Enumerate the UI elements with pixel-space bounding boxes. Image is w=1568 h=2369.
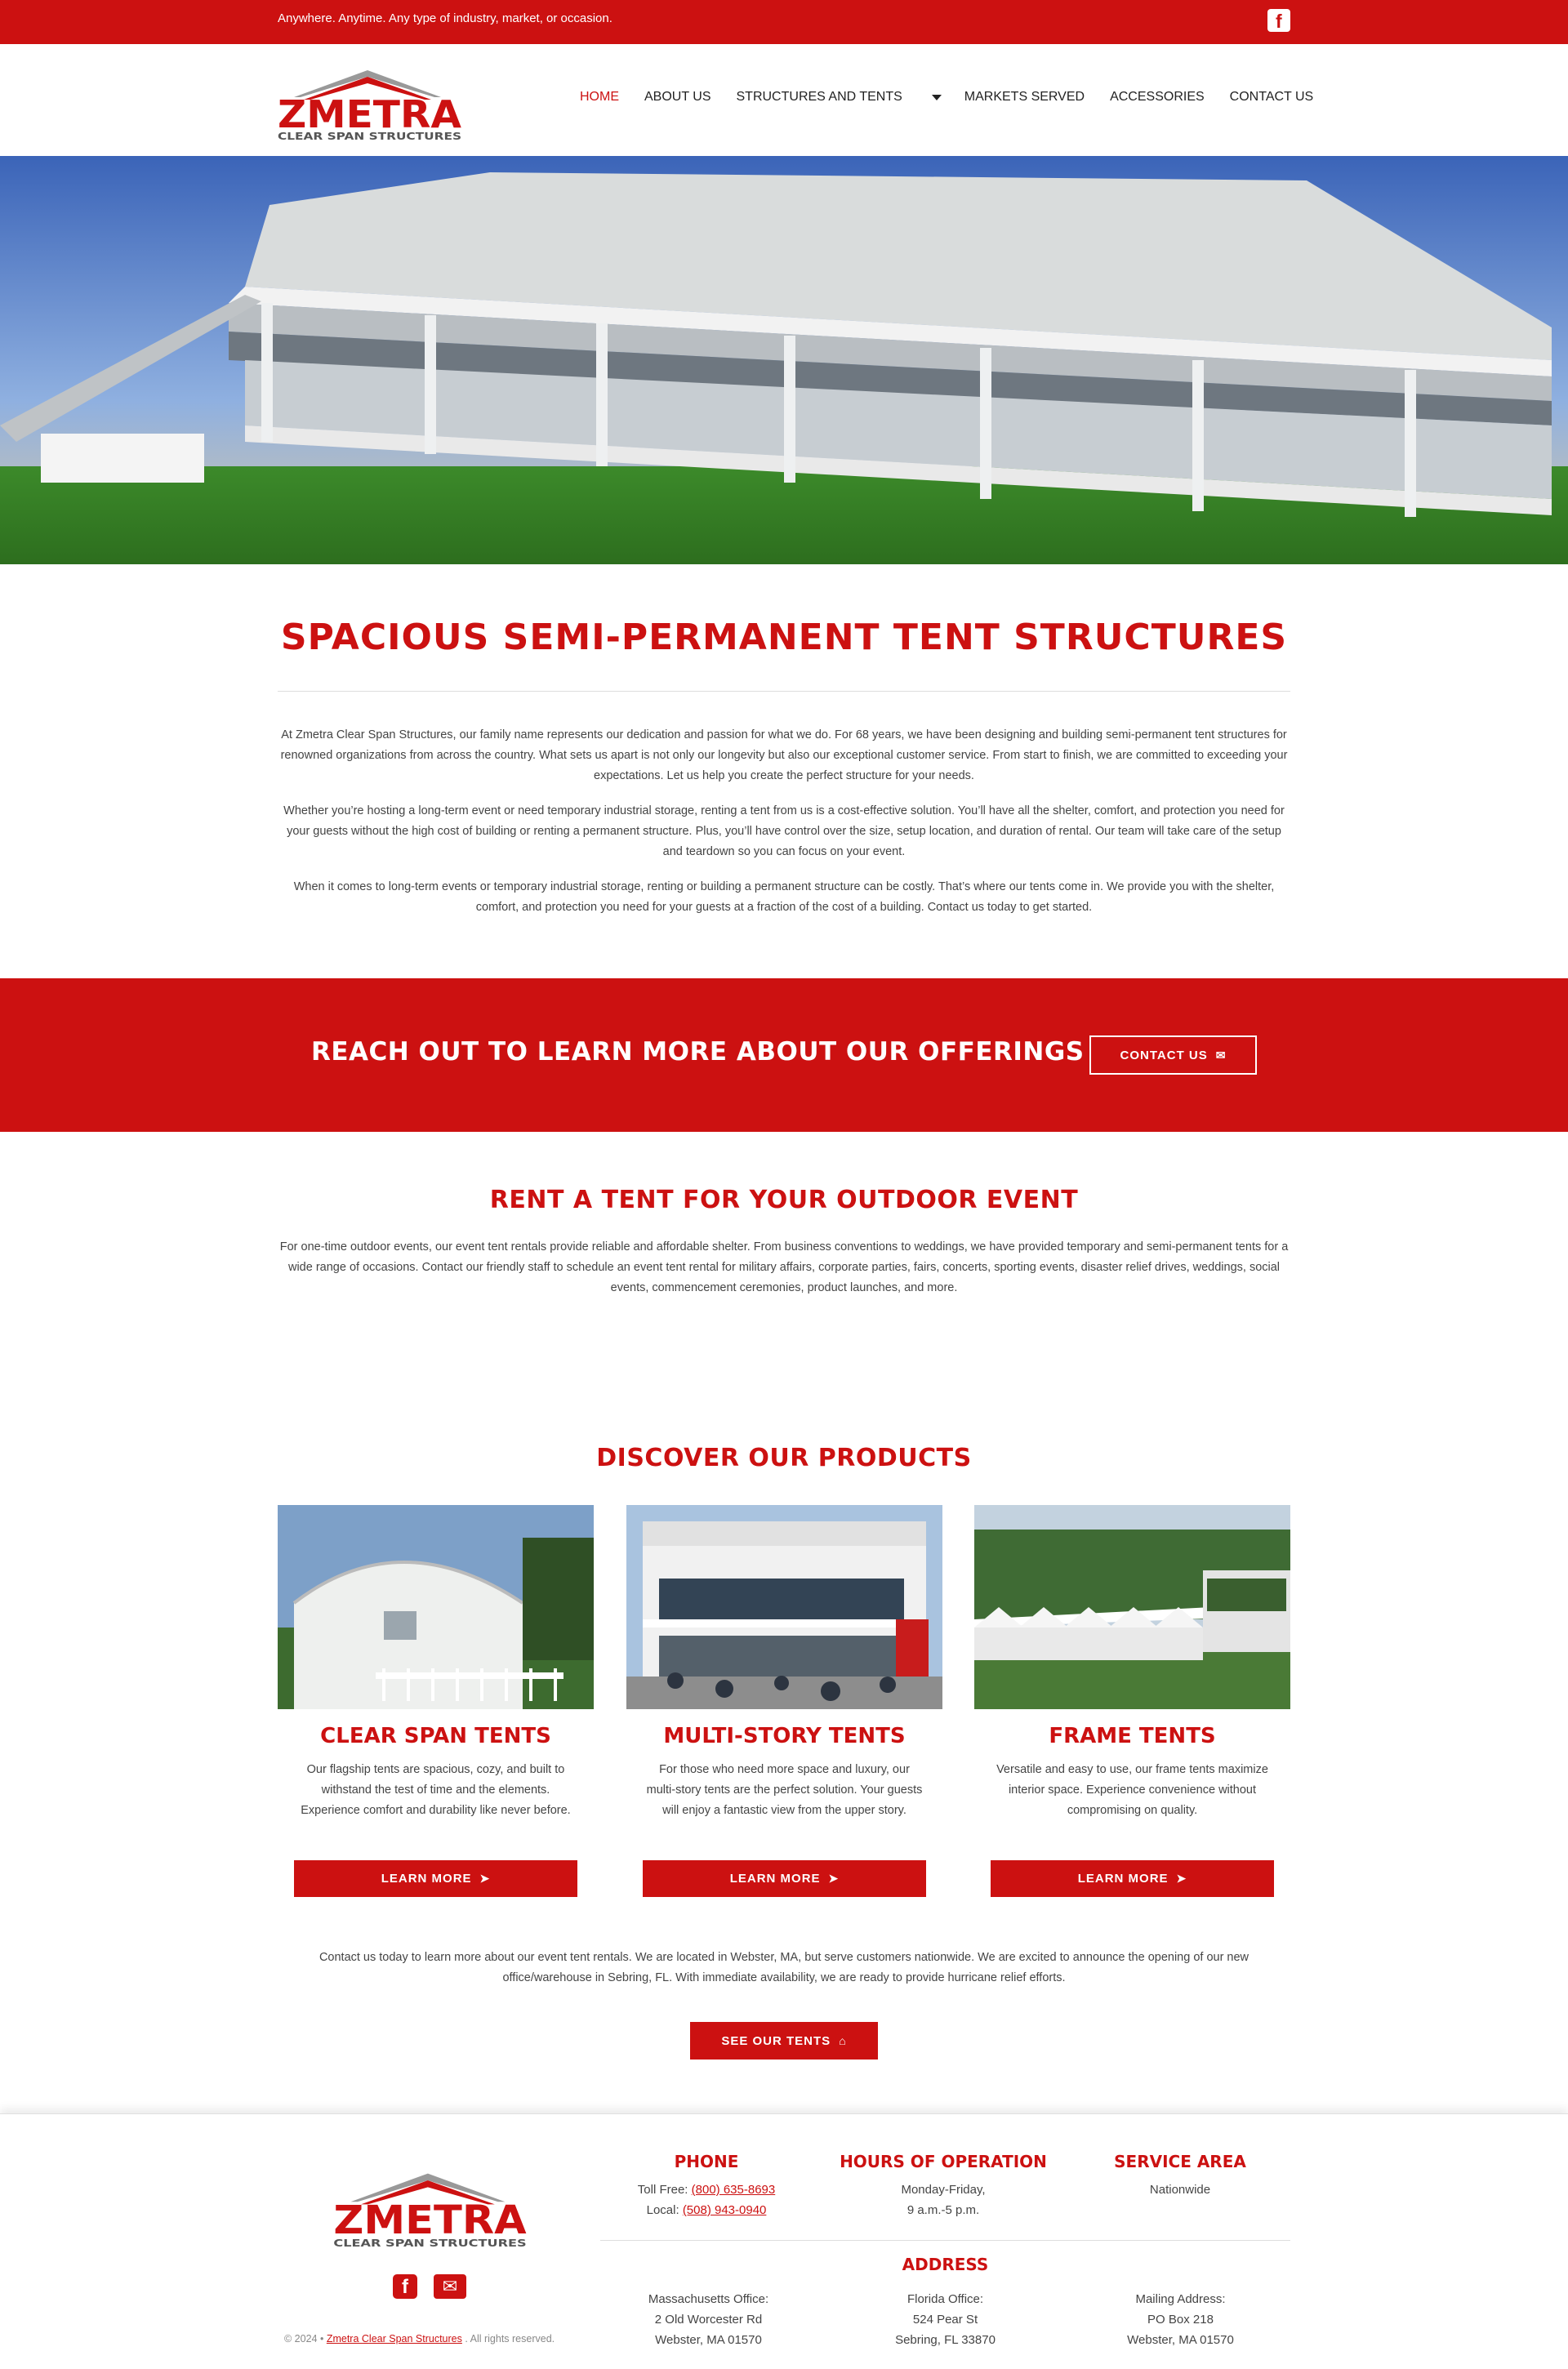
products-note-text: Contact us today to learn more about our… [318,1951,1250,1984]
massachusetts-office: Massachusetts Office: 2 Old Worcester Rd… [604,2289,813,2350]
top-bar: Anywhere. Anytime. Any type of industry,… [0,0,1568,44]
intro-paragraph: When it comes to long-term events or tem… [293,880,1275,914]
phone-heading: PHONE [674,2152,739,2171]
hours-heading: HOURS OF OPERATION [840,2152,1047,2171]
footer-zmetra-logo[interactable]: ZMETRA CLEAR SPAN STRUCTURES [330,2163,530,2249]
product-card-clear-span: CLEAR SPAN TENTS Our flagship tents are … [278,1505,594,1897]
zmetra-logo[interactable]: ZMETRA CLEAR SPAN STRUCTURES [278,60,461,142]
tagline: Anywhere. Anytime. Any type of industry,… [278,11,612,25]
service-area-heading: SERVICE AREA [1114,2152,1246,2171]
product-card-frame: FRAME TENTS Versatile and easy to use, o… [974,1505,1290,1897]
toll-free-label: Toll Free: [637,2183,688,2197]
clear-span-tent-image[interactable] [278,1505,594,1709]
products-title: DISCOVER OUR PRODUCTS [596,1444,972,1472]
cta-band: REACH OUT TO LEARN MORE ABOUT OUR OFFERI… [0,978,1568,1132]
svg-text:CLEAR SPAN STRUCTURES: CLEAR SPAN STRUCTURES [278,131,461,142]
learn-more-button[interactable]: LEARN MORE ➤ [991,1860,1274,1897]
paper-plane-icon: ➤ [828,1872,840,1885]
chevron-down-icon[interactable] [931,94,942,100]
svg-text:CLEAR SPAN STRUCTURES: CLEAR SPAN STRUCTURES [333,2237,526,2249]
phone-column: PHONE Toll Free: (800) 635-8693 Local: (… [600,2152,813,2220]
contact-us-button[interactable]: CONTACT US ✉ [1089,1035,1257,1075]
hours-column: HOURS OF OPERATION Monday-Friday, 9 a.m.… [825,2152,1062,2220]
learn-more-button[interactable]: LEARN MORE ➤ [294,1860,577,1897]
intro-paragraph: At Zmetra Clear Span Structures, our fam… [280,728,1288,782]
envelope-icon[interactable]: ✉ [434,2274,466,2299]
ma-office-street: 2 Old Worcester Rd [654,2313,763,2327]
fl-office-city: Sebring, FL 33870 [895,2333,996,2347]
see-our-tents-label: SEE OUR TENTS [721,2033,831,2048]
service-area-value: Nationwide [1149,2183,1211,2197]
paper-plane-icon: ➤ [479,1872,491,1885]
site-header: ZMETRA CLEAR SPAN STRUCTURES HOME ABOUT … [0,44,1568,156]
copyright-link[interactable]: Zmetra Clear Span Structures [327,2333,462,2345]
facebook-icon[interactable]: f [393,2274,417,2299]
intro-paragraph: Whether you’re hosting a long-term event… [283,804,1285,858]
home-icon: ⌂ [839,2034,847,2047]
product-description: For those who need more space and luxury… [646,1763,923,1817]
mailing-label: Mailing Address: [1135,2292,1226,2306]
rent-section: RENT A TENT FOR YOUR OUTDOOR EVENT For o… [278,1186,1290,1313]
product-title: FRAME TENTS [1049,1724,1216,1748]
envelope-icon: ✉ [1215,1048,1227,1062]
learn-more-label: LEARN MORE [1077,1872,1169,1886]
contact-us-label: CONTACT US [1120,1048,1208,1062]
product-card-multi-story: MULTI-STORY TENTS For those who need mor… [626,1505,942,1897]
paper-plane-icon: ➤ [1176,1872,1187,1885]
hero-image [0,156,1568,564]
hours-days: Monday-Friday, [901,2183,986,2197]
local-phone-link[interactable]: (508) 943-0940 [683,2203,767,2217]
mailing-po-box: PO Box 218 [1147,2313,1214,2327]
fl-office-label: Florida Office: [906,2292,984,2306]
products-section: DISCOVER OUR PRODUCTS [278,1444,1290,1472]
nav-about-us[interactable]: ABOUT US [644,90,711,105]
service-area-column: SERVICE AREA Nationwide [1086,2152,1274,2200]
page-title: SPACIOUS SEMI-PERMANENT TENT STRUCTURES [280,617,1288,658]
copyright: © 2024 • Zmetra Clear Span Structures . … [284,2333,555,2345]
ma-office-label: Massachusetts Office: [648,2292,769,2306]
nav-markets-served[interactable]: MARKETS SERVED [964,90,1085,105]
rent-text: For one-time outdoor events, our event t… [279,1240,1289,1294]
florida-office: Florida Office: 524 Pear St Sebring, FL … [841,2289,1049,2350]
address-heading: ADDRESS [902,2255,989,2274]
hours-times: 9 a.m.-5 p.m. [906,2203,980,2217]
rent-title: RENT A TENT FOR YOUR OUTDOOR EVENT [489,1186,1079,1214]
mailing-address: Mailing Address: PO Box 218 Webster, MA … [1076,2289,1285,2350]
see-our-tents-button[interactable]: SEE OUR TENTS ⌂ [690,2022,878,2060]
facebook-icon[interactable]: f [1267,9,1290,32]
nav-home[interactable]: HOME [580,90,619,105]
copyright-prefix: © 2024 • [284,2333,324,2345]
fl-office-street: 524 Pear St [912,2313,978,2327]
ma-office-city: Webster, MA 01570 [655,2333,762,2347]
local-label: Local: [646,2203,679,2217]
mailing-city: Webster, MA 01570 [1127,2333,1234,2347]
product-description: Our flagship tents are spacious, cozy, a… [301,1763,571,1817]
nav-contact-us[interactable]: CONTACT US [1230,90,1314,105]
products-note: Contact us today to learn more about our… [278,1948,1290,2003]
toll-free-phone-link[interactable]: (800) 635-8693 [692,2183,776,2197]
multi-story-tent-image[interactable] [626,1505,942,1709]
product-title: MULTI-STORY TENTS [663,1724,906,1748]
frame-tent-image[interactable] [974,1505,1290,1709]
product-title: CLEAR SPAN TENTS [320,1724,551,1748]
cta-title: REACH OUT TO LEARN MORE ABOUT OUR OFFERI… [311,1037,1085,1066]
learn-more-label: LEARN MORE [729,1872,821,1886]
intro-section: SPACIOUS SEMI-PERMANENT TENT STRUCTURES [278,617,1290,658]
product-description: Versatile and easy to use, our frame ten… [996,1763,1268,1817]
address-heading-wrap: ADDRESS [600,2255,1290,2282]
learn-more-label: LEARN MORE [381,1872,472,1886]
nav-accessories[interactable]: ACCESSORIES [1110,90,1205,105]
learn-more-button[interactable]: LEARN MORE ➤ [643,1860,926,1897]
copyright-suffix: . All rights reserved. [465,2333,555,2345]
intro-text: At Zmetra Clear Span Structures, our fam… [278,725,1290,933]
nav-structures-and-tents[interactable]: STRUCTURES AND TENTS [737,90,902,105]
footer-divider [600,2240,1290,2241]
svg-text:ZMETRA: ZMETRA [278,92,461,136]
main-nav: HOME ABOUT US STRUCTURES AND TENTS MARKE… [580,90,1339,105]
site-footer: ZMETRA CLEAR SPAN STRUCTURES f ✉ © 2024 … [0,2113,1568,2369]
divider [278,691,1290,692]
